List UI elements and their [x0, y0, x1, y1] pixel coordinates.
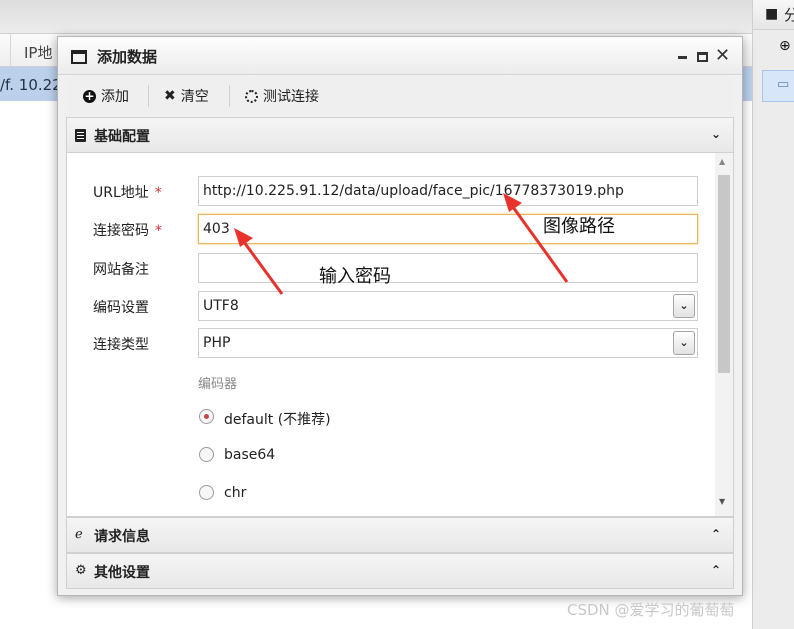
background-right-panel: ■ 分 ⊕ ▭ [752, 0, 794, 629]
radio-default[interactable] [199, 409, 214, 424]
test-connection-label: 测试连接 [263, 89, 319, 105]
plus-circle-icon: + [83, 88, 96, 103]
section-request-info[interactable]: ℯ 请求信息 ⌃ [66, 517, 734, 553]
spinner-icon [245, 89, 258, 103]
document-icon [75, 129, 86, 142]
right-panel-folder-row[interactable]: ▭ [762, 70, 794, 102]
plus-circle-icon[interactable]: ⊕ [779, 38, 791, 54]
row-url-text: /f. 10.22 [0, 76, 62, 94]
scrollbar-thumb[interactable] [718, 175, 730, 373]
password-input[interactable]: 403 [198, 214, 698, 244]
x-icon: ✖ [164, 88, 176, 104]
scroll-down-icon[interactable]: ▼ [719, 497, 725, 506]
close-icon[interactable]: ✕ [715, 45, 730, 66]
type-label: 连接类型 [93, 337, 149, 353]
toolbar-divider [229, 85, 230, 107]
radio-base64-label[interactable]: base64 [224, 447, 275, 463]
toolbar-divider [148, 85, 149, 107]
dialog-toolbar: + 添加 ✖ 清空 测试连接 [68, 77, 734, 115]
chevron-up-icon: ⌃ [710, 527, 721, 541]
add-data-dialog: 添加数据 ✕ + 添加 ✖ 清空 测试连接 基础配置 ⌄ URL地址 * http… [57, 36, 743, 596]
url-input[interactable]: http://10.225.91.12/data/upload/face_pic… [198, 176, 698, 206]
gears-icon: ⚙ [75, 563, 87, 578]
chevron-down-icon: ⌄ [710, 127, 721, 141]
encoder-label: 编码器 [198, 377, 238, 392]
annotation-enter-password: 输入密码 [319, 266, 391, 287]
dialog-titlebar[interactable]: 添加数据 ✕ [58, 37, 742, 75]
folder-open-icon: ▭ [777, 77, 790, 92]
chevron-up-icon: ⌃ [710, 563, 721, 577]
background-top-strip [0, 0, 752, 33]
basic-config-panel: URL地址 * http://10.225.91.12/data/upload/f… [66, 153, 734, 517]
clear-button[interactable]: ✖ 清空 [164, 84, 209, 108]
right-panel-tab[interactable]: ■ 分 [753, 0, 794, 30]
section-request-title: 请求信息 [94, 529, 150, 545]
encoding-value: UTF8 [203, 298, 239, 314]
url-label: URL地址 * [93, 185, 162, 201]
section-other-title: 其他设置 [94, 565, 150, 581]
folder-icon: ■ [765, 6, 779, 22]
column-separator [10, 34, 11, 67]
radio-chr[interactable] [199, 485, 214, 500]
add-button-label: 添加 [101, 89, 129, 105]
window-icon [71, 50, 87, 64]
csdn-watermark: CSDN @爱学习的葡萄萄 [567, 601, 735, 619]
dialog-title: 添加数据 [97, 48, 158, 66]
column-header-ip[interactable]: IP地 [24, 42, 52, 63]
type-select[interactable]: PHP ⌄ [198, 328, 698, 358]
radio-chr-label[interactable]: chr [224, 485, 246, 501]
type-value: PHP [203, 335, 231, 351]
right-panel-toolbar: ⊕ [753, 32, 794, 62]
ie-icon: ℯ [75, 527, 83, 542]
radio-base64[interactable] [199, 447, 214, 462]
note-label: 网站备注 [93, 262, 149, 278]
scroll-up-icon[interactable]: ▲ [719, 157, 725, 166]
section-other-settings[interactable]: ⚙ 其他设置 ⌃ [66, 553, 734, 589]
chevron-down-icon[interactable]: ⌄ [673, 294, 695, 318]
note-input[interactable] [198, 253, 698, 283]
right-panel-tab-label: 分 [784, 6, 794, 24]
clear-button-label: 清空 [180, 89, 209, 105]
section-basic-config[interactable]: 基础配置 ⌄ [66, 117, 734, 153]
section-basic-title: 基础配置 [94, 129, 150, 145]
encoding-label: 编码设置 [93, 300, 149, 316]
add-button[interactable]: + 添加 [83, 84, 129, 108]
required-mark: * [155, 223, 162, 239]
chevron-down-icon[interactable]: ⌄ [673, 331, 695, 355]
required-mark: * [154, 185, 162, 201]
panel-scrollbar[interactable]: ▲ ▼ [715, 153, 733, 516]
password-label: 连接密码 * [93, 223, 162, 239]
encoding-select[interactable]: UTF8 ⌄ [198, 291, 698, 321]
minimize-icon[interactable] [678, 56, 687, 59]
annotation-image-path: 图像路径 [543, 216, 615, 237]
maximize-icon[interactable] [697, 52, 708, 62]
test-connection-button[interactable]: 测试连接 [245, 84, 319, 108]
radio-default-label[interactable]: default (不推荐) [224, 409, 331, 429]
